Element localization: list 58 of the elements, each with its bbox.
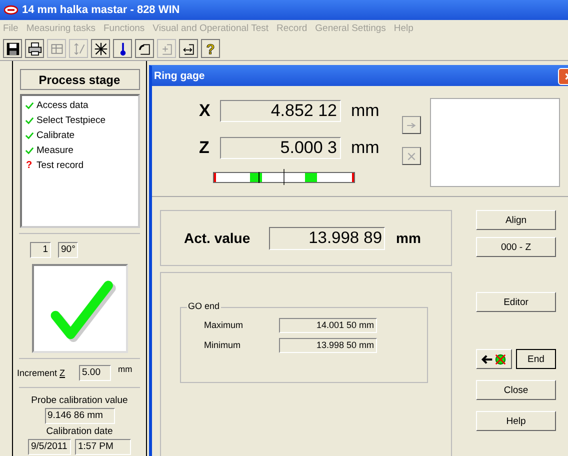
count-field: 1 (30, 242, 51, 258)
probe-calibration-field: 9.146 86 mm (44, 408, 114, 424)
limit-label: Minimum (204, 340, 242, 350)
probe-icon (94, 42, 108, 56)
clear-icon (406, 150, 417, 162)
end-button[interactable]: End (516, 349, 556, 369)
align-button[interactable]: Align (476, 210, 556, 230)
group-title: GO end (187, 301, 221, 311)
toolbar-button[interactable] (3, 39, 22, 58)
step-item[interactable]: Calibrate (36, 130, 75, 141)
printer-icon (28, 42, 42, 56)
back-icon (481, 352, 507, 366)
toolbar-button[interactable] (91, 39, 110, 58)
frame-icon (182, 42, 196, 56)
axis-value-field: 4.852 12 (220, 100, 341, 122)
toolbar-button[interactable] (179, 39, 198, 58)
save-icon (6, 42, 20, 56)
calibration-date-label: Calibration date (46, 426, 113, 437)
help-button[interactable]: Help (476, 411, 556, 431)
toolbar-button[interactable] (135, 39, 154, 58)
axis-icon (72, 42, 86, 56)
step-item[interactable]: Measure (36, 145, 74, 156)
unit-label: mm (118, 364, 132, 374)
process-stage-button[interactable]: Process stage (20, 69, 140, 90)
axis-label: Z (199, 138, 210, 158)
actual-value-label: Act. value (184, 230, 252, 246)
increment-label: Increment Z (17, 368, 66, 378)
step-item[interactable]: Select Testpiece (36, 115, 106, 126)
limit-field: 14.001 50 mm (279, 318, 377, 332)
toolbar-button[interactable] (25, 39, 44, 58)
logo-icon (4, 5, 18, 15)
limit-field: 13.998 50 mm (279, 338, 377, 352)
frame-icon (160, 42, 174, 56)
axis-value-field: 5.000 3 (220, 136, 341, 158)
time-field: 1:57 PM (75, 439, 131, 455)
question-mark: ? (24, 160, 34, 171)
help-icon: ? (206, 42, 215, 56)
frame-icon (138, 42, 152, 56)
close-dialog-button[interactable]: Close (476, 380, 556, 400)
increment-field[interactable]: 5.00 (79, 365, 111, 381)
dialog-title: Ring gage (154, 70, 205, 82)
window-title: 14 mm halka mastar - 828 WIN (22, 4, 180, 16)
unit-label: mm (351, 100, 380, 120)
axis-label: X (199, 100, 212, 120)
unit-label: mm (351, 138, 380, 158)
editor-button[interactable]: Editor (476, 292, 556, 312)
step-item[interactable]: Test record (36, 160, 84, 171)
actual-value-field: 13.998 89 (269, 226, 385, 250)
step-item[interactable]: Access data (36, 100, 88, 111)
unit-label: mm (396, 230, 421, 246)
back-button[interactable] (476, 349, 512, 369)
date-field: 9/5/2011 (28, 439, 71, 455)
toolbar-button[interactable] (113, 39, 132, 58)
limit-label: Maximum (204, 320, 244, 330)
angle-field: 90° (58, 242, 78, 258)
table-icon (50, 42, 64, 56)
zero-button[interactable]: 000 - Z (476, 237, 556, 257)
probe-calibration-label: Probe calibration value (31, 395, 128, 406)
